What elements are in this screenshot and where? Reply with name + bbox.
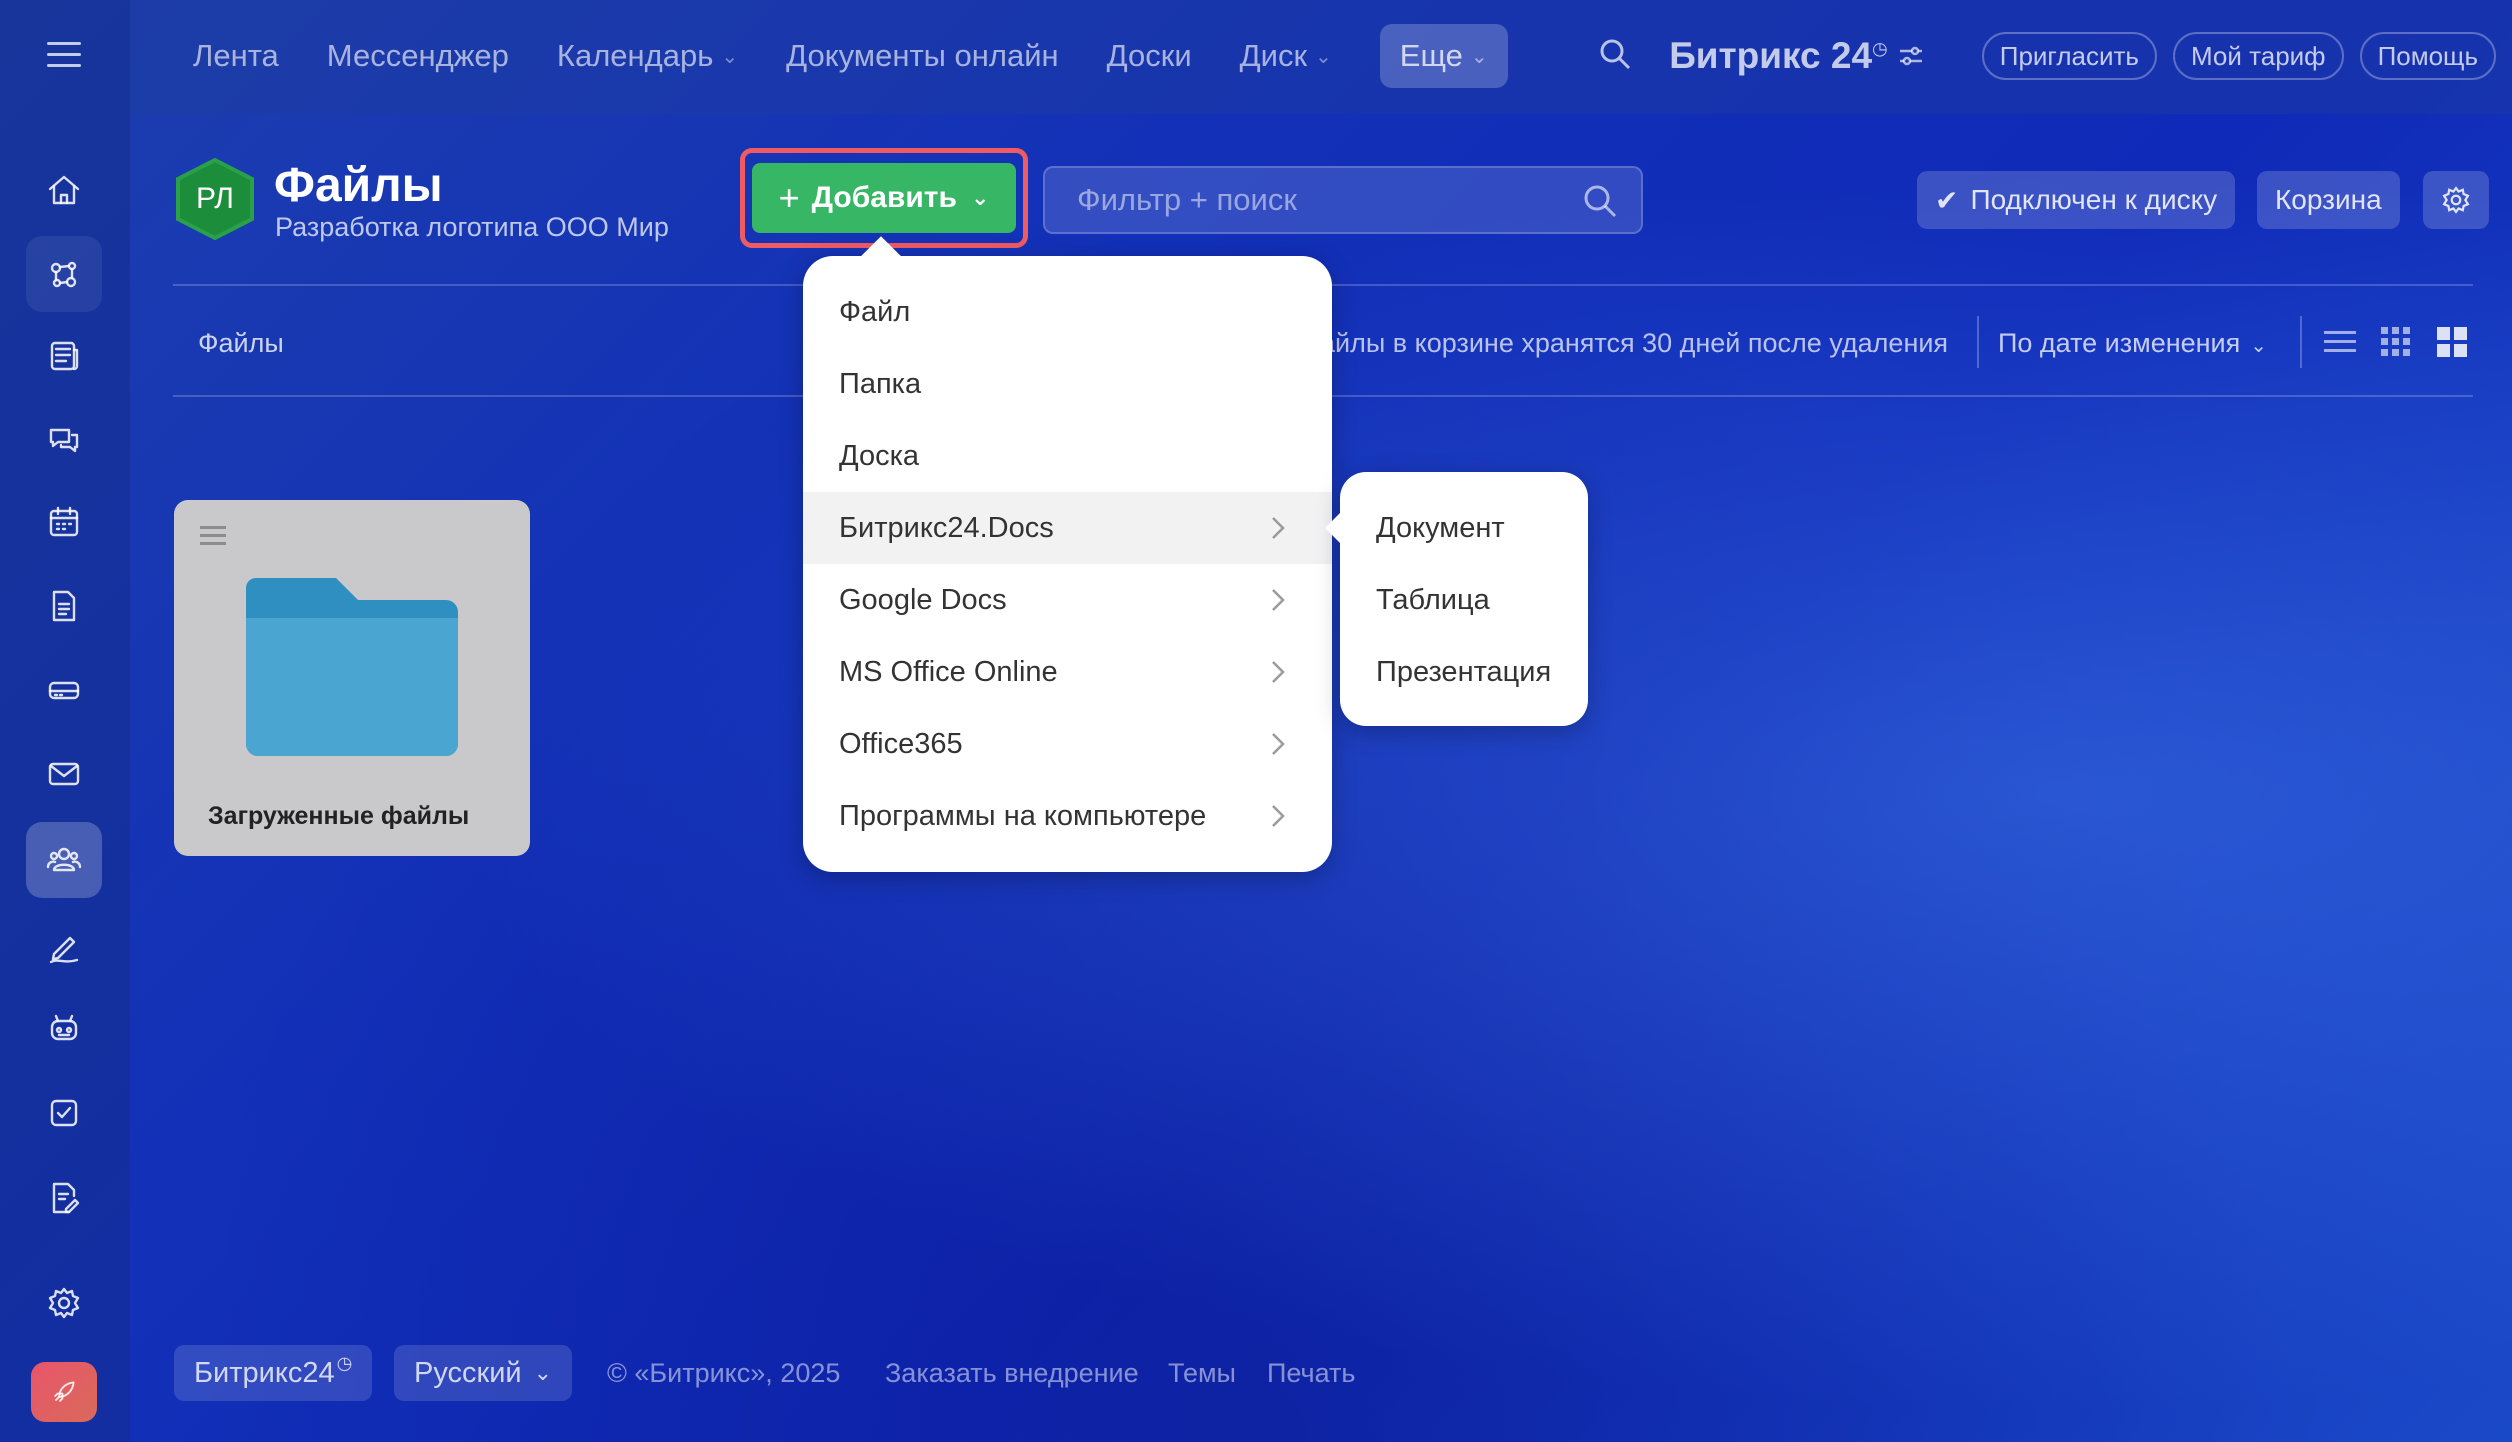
page-subtitle: Разработка логотипа ООО Мир <box>275 212 669 242</box>
menu-item-desktop-apps[interactable]: Программы на компьютере <box>803 780 1332 852</box>
group-icon[interactable] <box>26 822 102 898</box>
add-button-label: Добавить <box>811 181 957 214</box>
menu-item-bitrix24-docs[interactable]: Битрикс24.Docs <box>803 492 1332 564</box>
chevron-right-icon <box>1268 802 1288 830</box>
menu-item-file[interactable]: Файл <box>803 276 1332 348</box>
bitrix24-docs-submenu: Документ Таблица Презентация <box>1325 472 1588 726</box>
page-title: Файлы <box>274 159 443 212</box>
invite-button[interactable]: Пригласить <box>1981 32 2157 80</box>
copyright: © «Битрикс», 2025 <box>607 1358 841 1388</box>
news-icon[interactable] <box>26 318 102 394</box>
print-link[interactable]: Печать <box>1267 1358 1355 1389</box>
avatar: РЛ <box>173 157 257 241</box>
menu-item-google-docs[interactable]: Google Docs <box>803 564 1332 636</box>
clock-icon: ◷ <box>336 1353 353 1373</box>
nav-boards[interactable]: Доски <box>1107 38 1192 74</box>
nav-more[interactable]: Еще ⌄ <box>1379 24 1508 88</box>
trash-notice: айлы в корзине хранятся 30 дней после уд… <box>1320 328 1949 358</box>
folder-tile[interactable]: Загруженные файлы <box>174 500 530 856</box>
top-bar: Лента Мессенджер Календарь ⌄ Документы он… <box>130 0 2512 114</box>
menu-burger-icon[interactable] <box>47 42 81 70</box>
nav-calendar[interactable]: Календарь ⌄ <box>557 38 738 74</box>
left-sidebar <box>0 0 130 1442</box>
check-icon: ✔ <box>1935 184 1959 216</box>
settings-icon[interactable] <box>26 1265 102 1341</box>
search-input[interactable]: Фильтр + поиск <box>1043 166 1643 234</box>
menu-item-board[interactable]: Доска <box>803 420 1332 492</box>
search-placeholder: Фильтр + поиск <box>1077 182 1297 217</box>
list-view-icon[interactable] <box>2322 324 2358 360</box>
tasks-icon[interactable] <box>26 1075 102 1151</box>
order-link[interactable]: Заказать внедрение <box>885 1358 1139 1389</box>
chevron-right-icon <box>1268 730 1288 758</box>
home-icon[interactable] <box>26 152 102 228</box>
clock-icon: ◷ <box>1872 38 1888 59</box>
chevron-right-icon <box>1268 586 1288 614</box>
folder-icon <box>246 578 458 756</box>
robot-icon[interactable] <box>26 990 102 1066</box>
search-icon <box>1584 185 1617 218</box>
rocket-icon[interactable] <box>31 1362 97 1422</box>
nav-disk[interactable]: Диск ⌄ <box>1240 38 1332 74</box>
separator <box>2300 316 2302 368</box>
sliders-icon[interactable] <box>1896 41 1926 71</box>
chevron-right-icon <box>1268 658 1288 686</box>
breadcrumb[interactable]: Файлы <box>198 328 284 359</box>
menu-item-ms-office-online[interactable]: MS Office Online <box>803 636 1332 708</box>
sign-icon[interactable] <box>26 908 102 984</box>
themes-link[interactable]: Темы <box>1168 1358 1236 1389</box>
avatar-initials: РЛ <box>195 182 234 215</box>
edit-doc-icon[interactable] <box>26 1160 102 1236</box>
chevron-down-icon: ⌄ <box>1470 45 1488 68</box>
chat-icon[interactable] <box>26 402 102 478</box>
submenu-item-document[interactable]: Документ <box>1376 512 1505 545</box>
nav-docs-online[interactable]: Документы онлайн <box>786 38 1059 74</box>
gear-icon[interactable] <box>2423 171 2489 229</box>
large-grid-view-icon[interactable] <box>2434 324 2470 360</box>
disk-connected-button[interactable]: ✔ Подключен к диску <box>1917 171 2236 229</box>
language-select[interactable]: Русский ⌄ <box>394 1345 573 1401</box>
search-icon[interactable] <box>1597 36 1633 77</box>
menu-item-office365[interactable]: Office365 <box>803 708 1332 780</box>
mail-icon[interactable] <box>26 736 102 812</box>
footer-brand-button[interactable]: Битрикс24 ◷ <box>174 1345 373 1401</box>
document-icon[interactable] <box>26 568 102 644</box>
help-button[interactable]: Помощь <box>2359 32 2496 80</box>
add-button[interactable]: + Добавить ⌄ <box>752 163 1016 233</box>
sort-dropdown[interactable]: По дате изменения ⌄ <box>1998 328 2267 359</box>
submenu-item-spreadsheet[interactable]: Таблица <box>1376 584 1490 617</box>
brand-logo[interactable]: Битрикс 24◷ <box>1669 35 1888 77</box>
chevron-down-icon: ⌄ <box>970 185 990 210</box>
menu-item-folder[interactable]: Папка <box>803 348 1332 420</box>
flow-icon[interactable] <box>26 236 102 312</box>
trash-button[interactable]: Корзина <box>2257 171 2400 229</box>
drive-icon[interactable] <box>26 652 102 728</box>
separator <box>1977 316 1979 368</box>
chevron-down-icon: ⌄ <box>533 1360 553 1385</box>
calendar-icon[interactable] <box>26 484 102 560</box>
top-nav: Лента Мессенджер Календарь ⌄ Документы он… <box>193 24 1556 88</box>
tariff-button[interactable]: Мой тариф <box>2172 32 2344 80</box>
submenu-item-presentation[interactable]: Презентация <box>1376 656 1551 689</box>
tile-menu-icon[interactable] <box>200 526 226 550</box>
folder-name: Загруженные файлы <box>208 802 470 830</box>
plus-icon: + <box>778 177 800 218</box>
disk-connected-label: Подключен к диску <box>1970 184 2218 215</box>
chevron-down-icon: ⌄ <box>1315 45 1332 68</box>
nav-messenger[interactable]: Мессенджер <box>327 38 509 74</box>
chevron-down-icon: ⌄ <box>721 45 739 68</box>
nav-feed[interactable]: Лента <box>193 38 279 74</box>
small-grid-view-icon[interactable] <box>2378 324 2414 360</box>
chevron-right-icon <box>1268 514 1288 542</box>
add-dropdown-menu: Файл Папка Доска Битрикс24.Docs Google D… <box>803 236 1332 872</box>
chevron-down-icon: ⌄ <box>2250 335 2268 357</box>
